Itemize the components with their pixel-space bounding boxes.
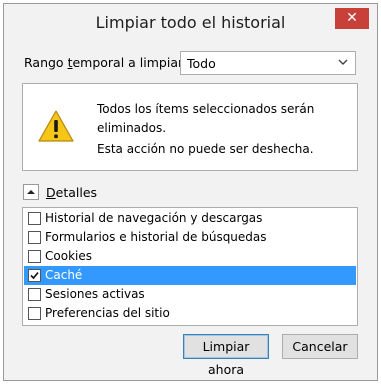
warning-irreversible-note: Esta acción no puede ser deshecha. <box>97 142 314 156</box>
checkbox[interactable] <box>28 288 41 301</box>
checkmark-icon <box>30 271 39 280</box>
list-item[interactable]: Sesiones activas <box>24 285 356 304</box>
warning-message: Todos los ítems seleccionados serán elim… <box>97 102 315 135</box>
list-item-label: Caché <box>45 268 83 282</box>
time-range-select[interactable]: Todo <box>180 51 356 75</box>
warning-icon <box>38 110 74 142</box>
list-item[interactable]: Cookies <box>24 247 356 266</box>
list-item[interactable]: Preferencias del sitio <box>24 304 356 323</box>
history-items-list: Historial de navegación y descargas Form… <box>22 207 358 326</box>
checkbox[interactable] <box>28 231 41 244</box>
list-item[interactable]: Historial de navegación y descargas <box>24 209 356 228</box>
details-label[interactable]: Detalles <box>46 185 97 200</box>
clear-history-dialog: Limpiar todo el historial ✕ Rango tempor… <box>3 3 378 381</box>
list-item-label: Formularios e historial de búsquedas <box>45 230 267 244</box>
list-item-label: Cookies <box>45 249 92 263</box>
checkbox[interactable] <box>28 307 41 320</box>
time-range-label: Rango temporal a limpiar: <box>24 55 188 70</box>
chevron-down-icon <box>338 59 348 65</box>
clear-now-button[interactable]: Limpiar ahora <box>183 334 269 377</box>
chevron-up-icon <box>27 190 35 194</box>
checkbox[interactable] <box>28 250 41 263</box>
time-range-value: Todo <box>187 56 216 71</box>
close-icon: ✕ <box>346 10 358 26</box>
cancel-button[interactable]: Cancelar <box>282 334 358 359</box>
list-item-label: Preferencias del sitio <box>45 306 170 320</box>
warning-panel: Todos los ítems seleccionados serán elim… <box>22 83 358 171</box>
list-item[interactable]: Formularios e historial de búsquedas <box>24 228 356 247</box>
list-item-label: Sesiones activas <box>45 287 145 301</box>
dialog-title: Limpiar todo el historial <box>95 13 286 32</box>
checkbox[interactable] <box>28 212 41 225</box>
list-item-label: Historial de navegación y descargas <box>45 211 263 225</box>
list-item[interactable]: Caché <box>24 266 356 285</box>
details-toggle-button[interactable] <box>23 184 39 200</box>
close-button[interactable]: ✕ <box>335 8 369 29</box>
title-bar[interactable]: Limpiar todo el historial ✕ <box>4 4 377 40</box>
checkbox[interactable] <box>28 269 41 282</box>
